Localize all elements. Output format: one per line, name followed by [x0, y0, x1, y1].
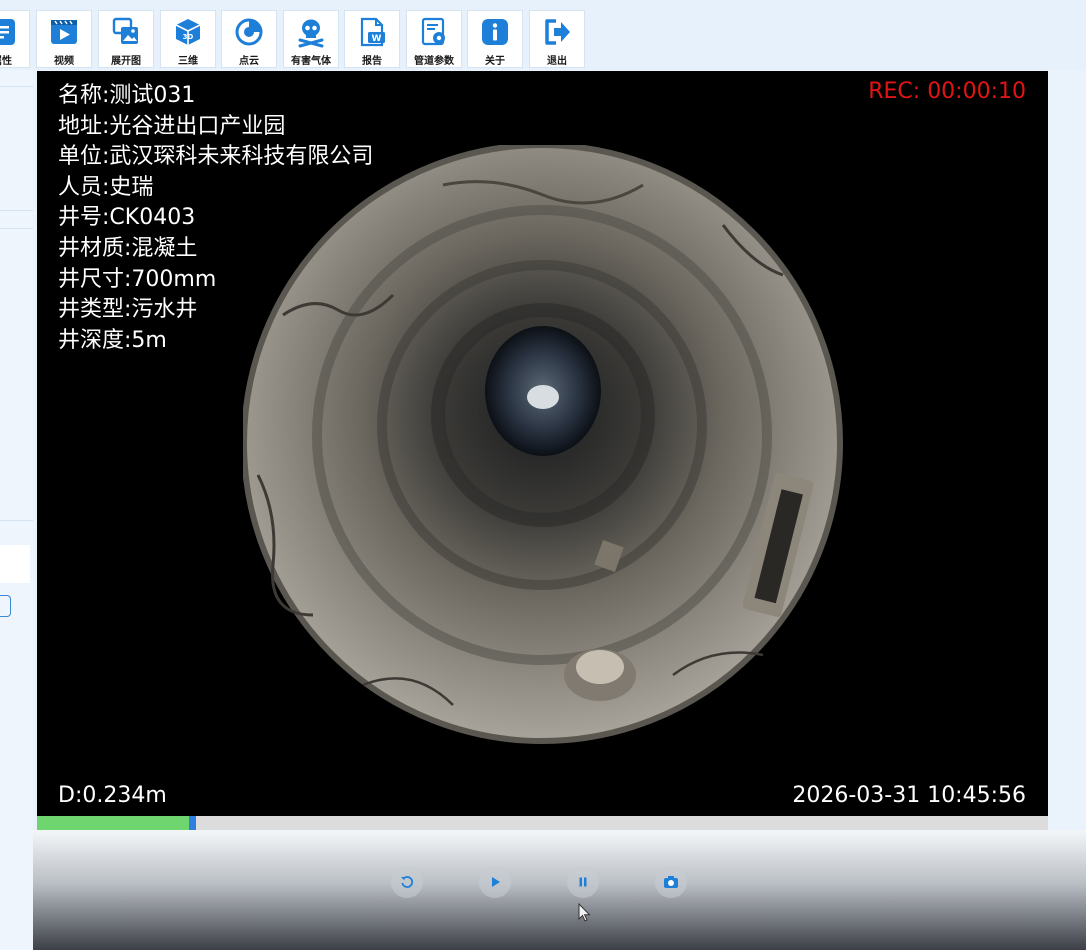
osd-address: 地址:光谷进出口产业园 — [58, 113, 286, 139]
sidebar-button-icon[interactable] — [0, 595, 11, 617]
osd-well-no: 井号:CK0403 — [58, 205, 196, 231]
toolbar-button-properties[interactable]: 属性 — [0, 10, 30, 68]
progress-bar[interactable] — [37, 816, 1048, 830]
info-icon — [482, 19, 508, 45]
unfold-image-icon — [112, 17, 138, 44]
toolbar-label: 属性 — [0, 56, 12, 67]
play-icon — [492, 877, 500, 887]
toolbar-button-exit[interactable]: 退出 — [529, 10, 585, 68]
toolbar-button-about[interactable]: 关于 — [467, 10, 523, 68]
pause-button[interactable] — [567, 866, 599, 898]
datetime-readout: 2026-03-31 10:45:56 — [792, 783, 1026, 808]
toolbar-label: 关于 — [485, 56, 505, 67]
toolbar-label: 报告 — [362, 56, 382, 67]
divider — [0, 520, 33, 521]
list-icon — [0, 19, 15, 45]
toolbar-label: 视频 — [54, 56, 74, 67]
progress-knob[interactable] — [189, 816, 196, 830]
osd-person: 人员:史瑞 — [58, 174, 154, 200]
3d-cube-icon: 3D — [175, 19, 201, 45]
video-player[interactable]: 名称:测试031 地址:光谷进出口产业园 单位:武汉琛科未来科技有限公司 人员:… — [37, 71, 1048, 816]
pause-icon — [579, 877, 587, 887]
exit-icon — [545, 19, 570, 45]
point-cloud-icon — [235, 18, 263, 46]
toolbar-button-point-cloud[interactable]: 点云 — [221, 10, 277, 68]
rec-timer: REC: 00:00:10 — [868, 79, 1026, 104]
osd-company: 单位:武汉琛科未来科技有限公司 — [58, 144, 374, 170]
play-button[interactable] — [479, 866, 511, 898]
toolbar-button-3d[interactable]: 3D 三维 — [160, 10, 216, 68]
settings-doc-icon — [421, 17, 445, 46]
divider — [0, 86, 33, 87]
video-icon — [51, 20, 77, 44]
toolbar-button-video[interactable]: 视频 — [36, 10, 92, 68]
skull-icon — [298, 19, 324, 48]
sidebar-field[interactable] — [0, 545, 30, 583]
distance-readout: D:0.234m — [58, 783, 167, 808]
toolbar: 属性 视频 展开图 3D 三维 点云 — [0, 0, 1086, 70]
toolbar-button-pipe-params[interactable]: 管道参数 — [406, 10, 462, 68]
osd-name: 名称:测试031 — [58, 83, 196, 108]
divider — [0, 228, 33, 229]
toolbar-button-unfold-image[interactable]: 展开图 — [98, 10, 154, 68]
divider — [0, 210, 33, 211]
osd-depth: 井深度:5m — [58, 327, 167, 353]
toolbar-button-report[interactable]: W 报告 — [344, 10, 400, 68]
replay-button[interactable] — [391, 866, 423, 898]
svg-text:W: W — [372, 34, 382, 44]
camera-icon — [664, 876, 678, 888]
toolbar-label: 展开图 — [111, 56, 141, 67]
osd-material: 井材质:混凝土 — [58, 235, 198, 261]
mouse-cursor-icon — [578, 903, 591, 922]
progress-fill — [37, 816, 189, 830]
toolbar-label: 退出 — [547, 56, 567, 67]
toolbar-label: 点云 — [239, 56, 259, 67]
playback-controls — [33, 830, 1086, 950]
replay-icon — [401, 876, 414, 888]
toolbar-button-harmful-gas[interactable]: 有害气体 — [283, 10, 339, 68]
osd-size: 井尺寸:700mm — [58, 266, 217, 292]
toolbar-label: 三维 — [178, 56, 198, 67]
sidebar — [0, 70, 33, 950]
osd-info-panel: 名称:测试031 地址:光谷进出口产业园 单位:武汉琛科未来科技有限公司 人员:… — [58, 81, 373, 356]
svg-text:3D: 3D — [183, 33, 194, 41]
word-report-icon: W — [360, 17, 385, 47]
toolbar-label: 管道参数 — [414, 56, 454, 67]
snapshot-button[interactable] — [655, 866, 687, 898]
osd-type: 井类型:污水井 — [58, 297, 198, 323]
toolbar-label: 有害气体 — [291, 56, 331, 67]
